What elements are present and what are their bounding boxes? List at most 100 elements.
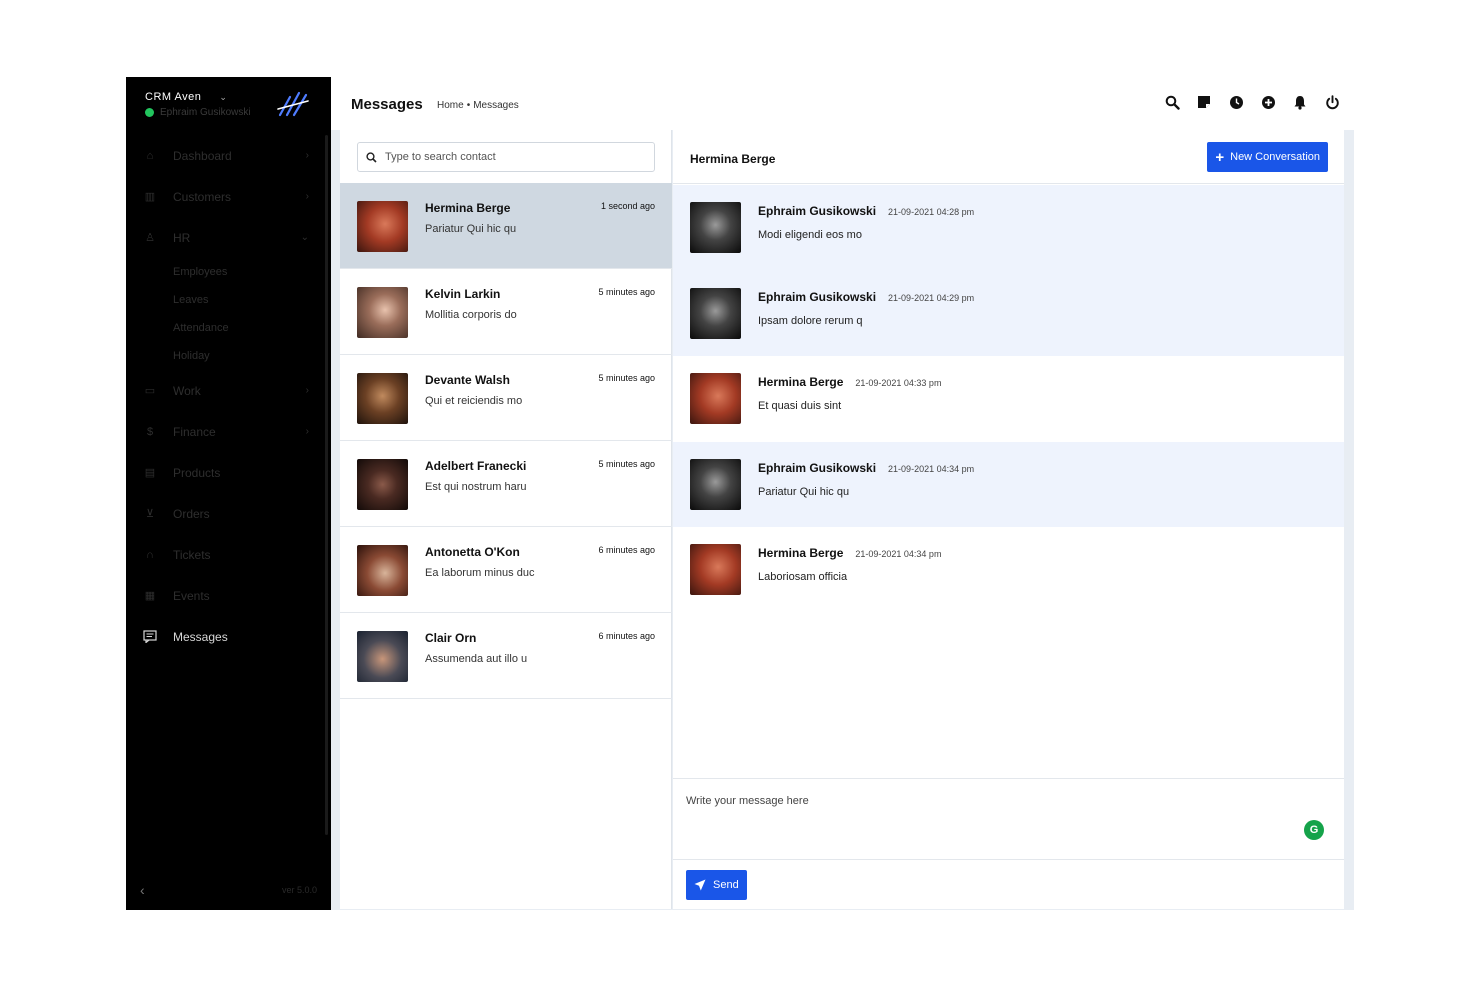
sidebar-item-finance[interactable]: $ Finance › xyxy=(126,411,331,452)
message-time: 21-09-2021 04:33 pm xyxy=(855,378,942,388)
cart-icon: ⊻ xyxy=(145,508,155,520)
add-circle-icon[interactable] xyxy=(1260,94,1276,110)
message-author-name: Hermina Berge xyxy=(758,375,844,389)
contact-time: 6 minutes ago xyxy=(598,631,655,641)
workspace-switcher[interactable]: CRM Aven ⌄ xyxy=(145,91,251,103)
bell-icon[interactable] xyxy=(1292,94,1308,110)
clock-icon[interactable] xyxy=(1228,94,1244,110)
logo-icon xyxy=(277,91,309,117)
sidebar-item-label: Dashboard xyxy=(173,148,232,163)
page-title: Messages xyxy=(351,96,423,113)
message-input[interactable] xyxy=(686,795,1286,845)
contact-item[interactable]: Kelvin Larkin Mollitia corporis do 5 min… xyxy=(340,269,672,355)
contact-search xyxy=(357,142,655,172)
contacts-panel: Hermina Berge Pariatur Qui hic qu 1 seco… xyxy=(340,130,672,909)
chat-panel: Hermina Berge + New Conversation Ephraim… xyxy=(673,130,1344,909)
message-text: Ipsam dolore rerum q xyxy=(758,314,863,327)
message-time: 21-09-2021 04:34 pm xyxy=(888,463,975,474)
search-icon[interactable] xyxy=(1164,94,1180,110)
sidebar-item-messages[interactable]: Messages xyxy=(126,616,331,657)
sidebar-item-tickets[interactable]: ∩ Tickets xyxy=(126,534,331,575)
sidebar-item-label: Events xyxy=(173,588,210,603)
contact-item[interactable]: Clair Orn Assumenda aut illo u 6 minutes… xyxy=(340,613,672,699)
top-header: Messages Home • Messages xyxy=(331,77,1354,130)
chat-scrollbar[interactable] xyxy=(1344,130,1354,910)
message-author-name: Ephraim Gusikowski xyxy=(758,204,877,218)
sidebar-item-orders[interactable]: ⊻ Orders xyxy=(126,493,331,534)
contact-name: Kelvin Larkin xyxy=(425,287,501,301)
grammarly-icon[interactable]: G xyxy=(1304,820,1324,840)
sidebar-item-customers[interactable]: ▥ Customers › xyxy=(126,176,331,217)
plus-icon: + xyxy=(1215,148,1225,166)
message-author-name: Ephraim Gusikowski xyxy=(758,289,877,304)
contact-item[interactable]: Adelbert Franecki Est qui nostrum haru 5… xyxy=(340,441,672,527)
sidebar-subitem-leaves[interactable]: Leaves xyxy=(126,286,331,314)
notes-icon[interactable] xyxy=(1196,94,1212,110)
contact-last-message: Ea laborum minus duc xyxy=(425,567,535,579)
contact-item[interactable]: Antonetta O'Kon Ea laborum minus duc 6 m… xyxy=(340,527,672,613)
version-label: ver 5.0.0 xyxy=(281,885,317,895)
contact-last-message: Qui et reiciendis mo xyxy=(425,395,523,407)
chevron-right-icon: › xyxy=(305,150,309,161)
contact-time: 5 minutes ago xyxy=(598,459,655,469)
briefcase-icon: ▭ xyxy=(144,385,156,397)
message-author: Hermina Berge 21-09-2021 04:34 pm xyxy=(758,546,941,560)
contact-time: 1 second ago xyxy=(600,201,655,211)
online-status-icon xyxy=(145,108,154,117)
sidebar-subitem-attendance[interactable]: Attendance xyxy=(126,314,331,342)
search-icon xyxy=(366,151,377,163)
current-user: Ephraim Gusikowski xyxy=(145,107,251,118)
brand-name: CRM Aven xyxy=(145,91,202,103)
message-text: Modi eligendi eos mo xyxy=(758,229,862,241)
message-text: Pariatur Qui hic qu xyxy=(758,485,850,498)
sidebar-item-label: Tickets xyxy=(173,547,211,562)
message-item: Hermina Berge 21-09-2021 04:34 pm Laborio… xyxy=(673,527,1344,613)
send-button[interactable]: Send xyxy=(686,870,747,900)
contact-last-message: Pariatur Qui hic qu xyxy=(425,223,517,235)
current-user-name: Ephraim Gusikowski xyxy=(160,107,251,118)
sidebar-item-label: Finance xyxy=(173,424,216,439)
contact-last-message: Est qui nostrum haru xyxy=(425,481,527,493)
sidebar-item-label: Work xyxy=(173,383,201,398)
chat-title: Hermina Berge xyxy=(690,152,776,166)
collapse-sidebar-icon[interactable]: ‹ xyxy=(140,882,145,898)
message-item: Ephraim Gusikowski 21-09-2021 04:29 pm Ip… xyxy=(673,270,1344,356)
sidebar-subitem-employees[interactable]: Employees xyxy=(126,258,331,286)
app-window: CRM Aven ⌄ Ephraim Gusikowski ⌂ Dashboar… xyxy=(126,77,1354,910)
contact-name: Hermina Berge xyxy=(425,201,511,215)
message-text: Laboriosam officia xyxy=(758,571,848,583)
headset-icon: ∩ xyxy=(146,548,154,561)
message-item: Ephraim Gusikowski 21-09-2021 04:28 pm Mo… xyxy=(673,185,1344,271)
power-icon[interactable] xyxy=(1324,94,1340,110)
avatar xyxy=(357,201,408,252)
send-label: Send xyxy=(713,879,739,891)
sidebar-item-hr[interactable]: ♙ HR ⌄ xyxy=(126,217,331,258)
avatar xyxy=(690,373,741,424)
contact-item[interactable]: Hermina Berge Pariatur Qui hic qu 1 seco… xyxy=(340,183,672,269)
message-item: Hermina Berge 21-09-2021 04:33 pm Et quas… xyxy=(673,356,1344,442)
message-list: Ephraim Gusikowski 21-09-2021 04:28 pm Mo… xyxy=(673,185,1344,613)
message-author-name: Hermina Berge xyxy=(758,546,844,560)
message-author: Ephraim Gusikowski 21-09-2021 04:34 pm xyxy=(758,461,974,475)
chat-header: Hermina Berge + New Conversation xyxy=(673,130,1344,184)
breadcrumb-home[interactable]: Home xyxy=(437,100,464,111)
sidebar-item-label: Orders xyxy=(173,506,210,521)
contact-last-message: Mollitia corporis do xyxy=(425,309,517,321)
sidebar: CRM Aven ⌄ Ephraim Gusikowski ⌂ Dashboar… xyxy=(126,77,331,910)
search-input[interactable] xyxy=(385,151,635,163)
contact-item[interactable]: Devante Walsh Qui et reiciendis mo 5 min… xyxy=(340,355,672,441)
new-conversation-label: New Conversation xyxy=(1230,151,1320,163)
sidebar-subitem-holiday[interactable]: Holiday xyxy=(126,342,331,370)
sidebar-item-label: Customers xyxy=(173,189,232,204)
breadcrumb: Home • Messages xyxy=(437,100,519,111)
message-author: Ephraim Gusikowski 21-09-2021 04:28 pm xyxy=(758,204,974,218)
sidebar-item-work[interactable]: ▭ Work › xyxy=(126,370,331,411)
sidebar-item-products[interactable]: ▤ Products xyxy=(126,452,331,493)
new-conversation-button[interactable]: + New Conversation xyxy=(1207,142,1328,172)
sidebar-item-dashboard[interactable]: ⌂ Dashboard › xyxy=(126,135,331,176)
message-composer: G xyxy=(673,778,1344,860)
sidebar-scrollbar[interactable] xyxy=(325,135,328,835)
avatar xyxy=(690,458,741,510)
chevron-right-icon: › xyxy=(305,191,309,202)
sidebar-item-events[interactable]: ▦ Events xyxy=(126,575,331,616)
